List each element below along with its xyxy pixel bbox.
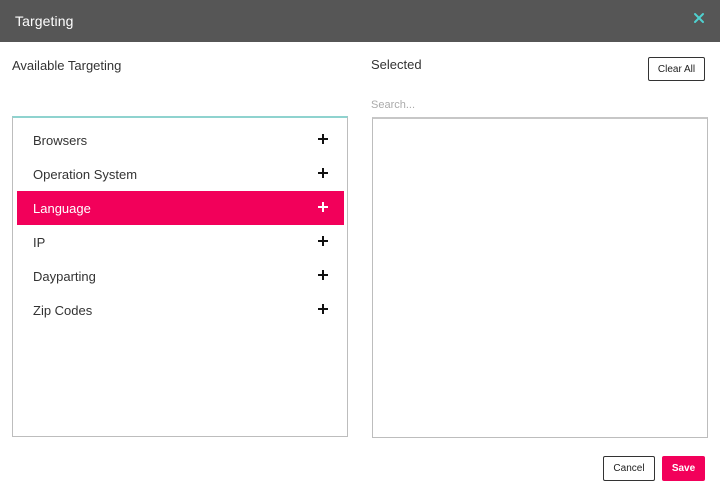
- clear-all-button[interactable]: Clear All: [648, 57, 705, 81]
- targeting-item-operation-system[interactable]: Operation System: [17, 157, 344, 191]
- plus-icon[interactable]: [318, 202, 328, 212]
- targeting-item-label: IP: [33, 234, 46, 250]
- targeting-item-ip[interactable]: IP: [17, 225, 344, 259]
- plus-icon[interactable]: [318, 304, 328, 314]
- save-button[interactable]: Save: [662, 456, 705, 481]
- targeting-item-zip-codes[interactable]: Zip Codes: [17, 293, 344, 327]
- targeting-item-dayparting[interactable]: Dayparting: [17, 259, 344, 293]
- targeting-item-label: Language: [33, 200, 91, 216]
- available-targeting-label: Available Targeting: [12, 58, 122, 73]
- available-targeting-list: Browsers Operation System Language IP Da…: [17, 123, 344, 327]
- cancel-button[interactable]: Cancel: [603, 456, 655, 481]
- targeting-item-label: Zip Codes: [33, 302, 93, 318]
- selected-label: Selected: [371, 57, 422, 72]
- selected-targeting-panel[interactable]: [372, 117, 708, 438]
- targeting-item-label: Dayparting: [33, 268, 96, 284]
- dialog-title: Targeting: [15, 13, 74, 29]
- available-targeting-panel: Browsers Operation System Language IP Da…: [12, 116, 348, 437]
- plus-icon[interactable]: [318, 168, 328, 178]
- targeting-item-label: Operation System: [33, 166, 138, 182]
- plus-icon[interactable]: [318, 236, 328, 246]
- targeting-item-label: Browsers: [33, 132, 88, 148]
- targeting-item-language[interactable]: Language: [17, 191, 344, 225]
- targeting-item-browsers[interactable]: Browsers: [17, 123, 344, 157]
- close-icon[interactable]: [691, 10, 707, 26]
- plus-icon[interactable]: [318, 134, 328, 144]
- plus-icon[interactable]: [318, 270, 328, 280]
- search-input[interactable]: [371, 96, 707, 114]
- dialog-header: Targeting: [0, 0, 720, 42]
